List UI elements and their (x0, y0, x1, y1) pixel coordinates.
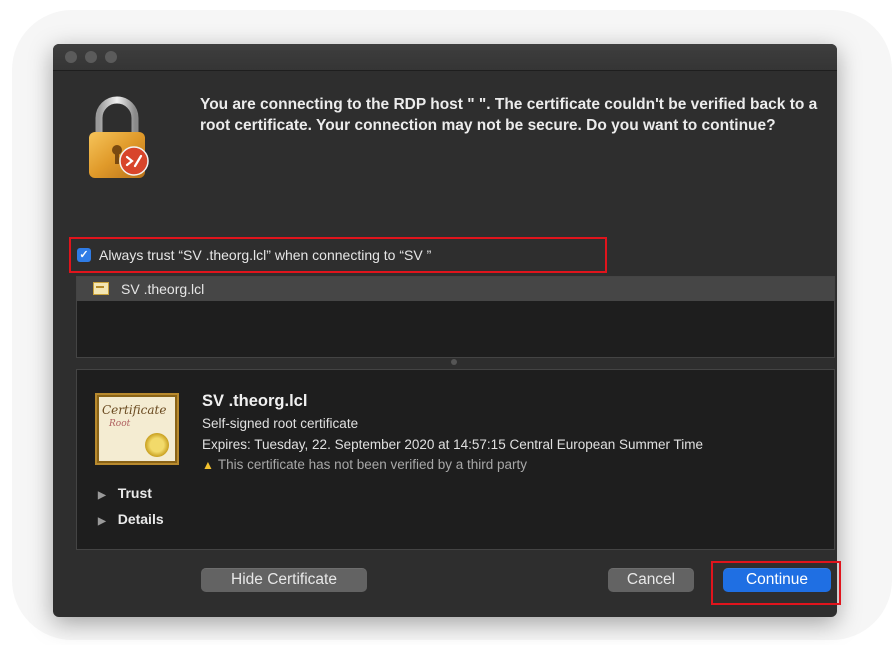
certificate-icon (93, 282, 109, 295)
always-trust-option[interactable]: ✓ Always trust “SV .theorg.lcl” when con… (75, 244, 595, 266)
split-view-divider-handle[interactable] (451, 359, 457, 365)
minimize-window-button[interactable] (85, 51, 97, 63)
certificate-image-title: Certificate (102, 403, 167, 417)
certificate-dialog: You are connecting to the RDP host " ". … (53, 44, 837, 617)
certificate-list-name: SV .theorg.lcl (121, 281, 205, 297)
connection-warning-message: You are connecting to the RDP host " ". … (200, 96, 818, 134)
continue-button[interactable]: Continue (723, 568, 831, 592)
trust-disclosure[interactable]: ▶ Trust (98, 485, 152, 501)
trust-section-label[interactable]: Trust (118, 485, 152, 501)
certificate-list[interactable]: SV .theorg.lcl (76, 276, 835, 358)
remote-desktop-icon (119, 146, 149, 176)
title-bar (53, 44, 837, 71)
disclosure-triangle-icon[interactable]: ▶ (98, 490, 106, 501)
always-trust-label[interactable]: Always trust “SV .theorg.lcl” when conne… (99, 244, 431, 266)
always-trust-checkbox[interactable]: ✓ (77, 248, 91, 262)
warning-icon: ▲ (202, 458, 214, 472)
certificate-seal-icon (145, 433, 169, 457)
certificate-expiry: Expires: Tuesday, 22. September 2020 at … (202, 437, 704, 452)
close-window-button[interactable] (65, 51, 77, 63)
certificate-name: SV .theorg.lcl (202, 392, 308, 410)
list-item[interactable]: SV .theorg.lcl (77, 277, 834, 301)
zoom-window-button[interactable] (105, 51, 117, 63)
hide-certificate-button[interactable]: Hide Certificate (201, 568, 367, 592)
certificate-type: Self-signed root certificate (202, 416, 359, 431)
checkmark-icon: ✓ (79, 249, 89, 261)
details-section-label[interactable]: Details (118, 511, 164, 527)
certificate-detail-panel: Certificate Root SV .theorg.lcl Self-sig… (76, 369, 835, 550)
certificate-warning-text: This certificate has not been verified b… (217, 457, 528, 472)
cancel-button[interactable]: Cancel (608, 568, 694, 592)
details-disclosure[interactable]: ▶ Details (98, 511, 164, 527)
disclosure-triangle-icon[interactable]: ▶ (98, 516, 106, 527)
certificate-image-subtitle: Root (109, 419, 131, 429)
certificate-warning: ▲ This certificate has not been verified … (202, 457, 527, 472)
certificate-large-icon: Certificate Root (95, 393, 179, 465)
